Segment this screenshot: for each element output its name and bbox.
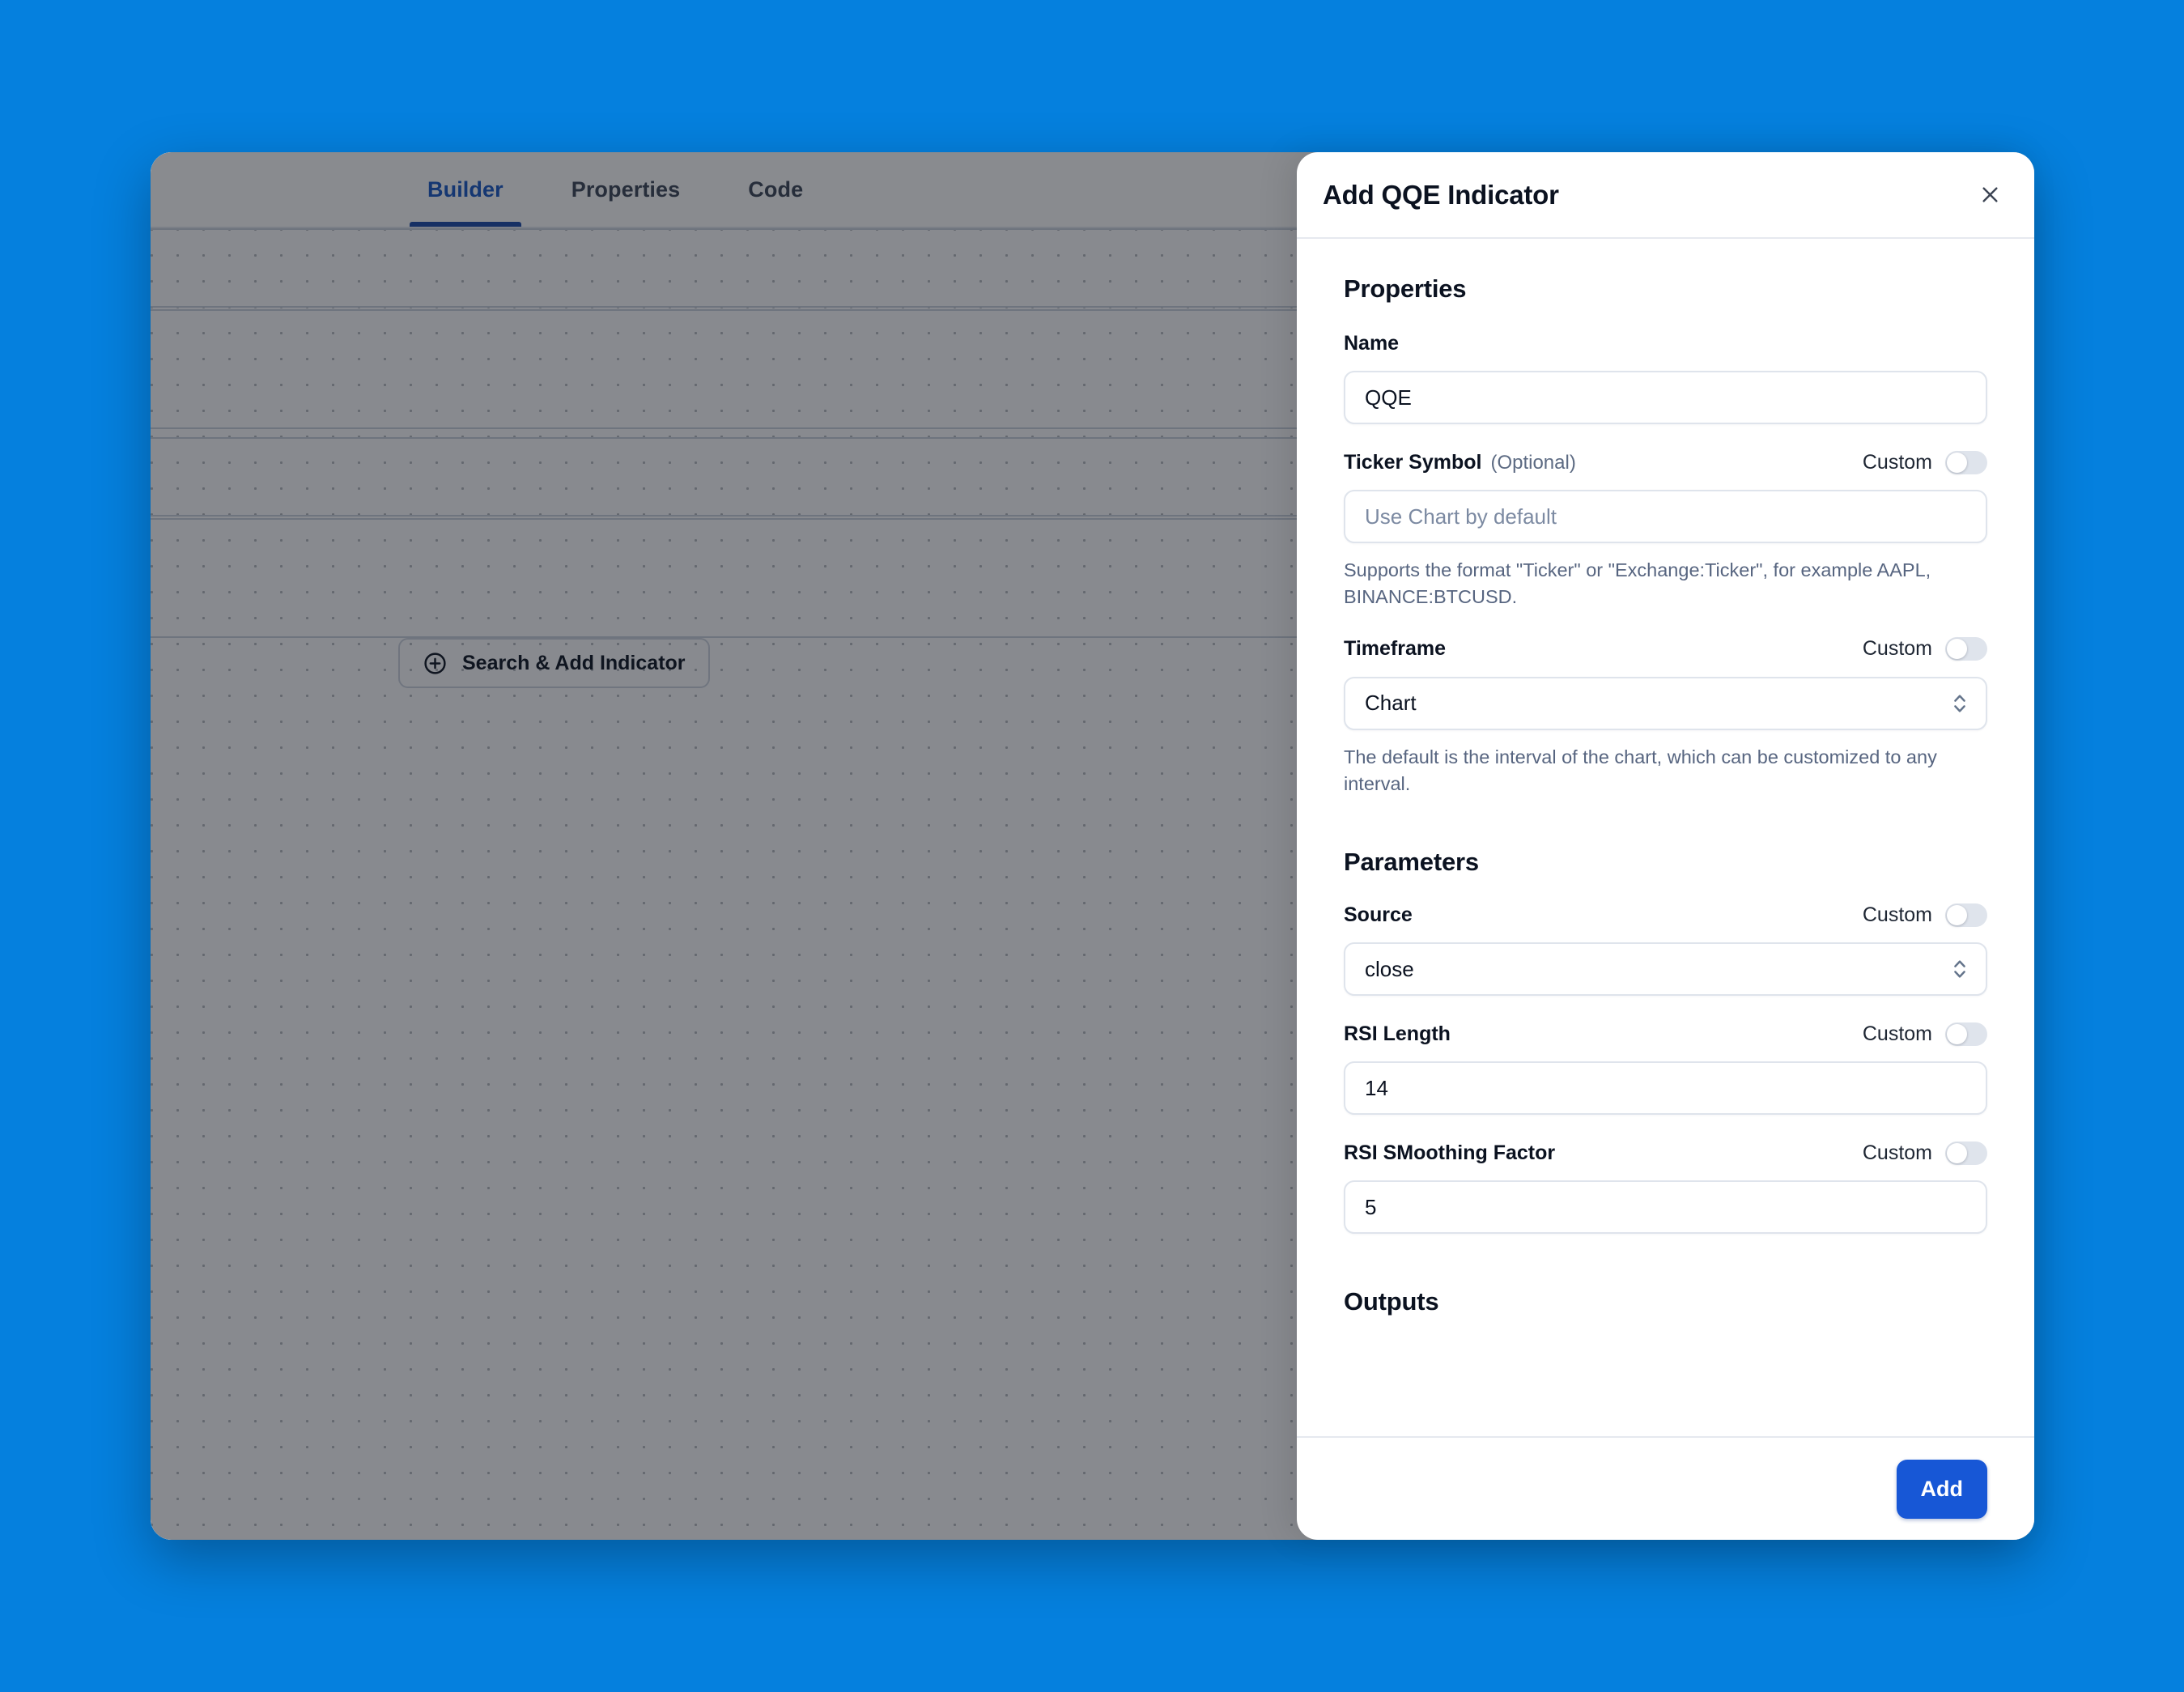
modal-body: Properties Name Ticker Symbol (Optional)… [1297, 239, 2034, 1436]
rsi-length-custom-toggle[interactable] [1945, 1022, 1987, 1046]
name-input-wrapper[interactable] [1344, 371, 1987, 424]
field-rsi-smoothing-factor-label: RSI SMoothing Factor [1344, 1141, 1556, 1164]
source-custom-label: Custom [1862, 903, 1932, 926]
name-input[interactable] [1365, 372, 1966, 423]
timeframe-custom-group: Custom [1863, 637, 1987, 661]
modal-header: Add QQE Indicator [1297, 152, 2034, 239]
ticker-symbol-custom-toggle[interactable] [1945, 450, 1987, 474]
field-source-label: Source [1344, 903, 1413, 926]
timeframe-custom-toggle[interactable] [1945, 637, 1987, 661]
modal-title: Add QQE Indicator [1323, 179, 1559, 210]
select-updown-chevron-icon [1952, 957, 1968, 981]
field-timeframe: Timeframe Custom Chart The default is th… [1344, 632, 1987, 798]
timeframe-select[interactable]: Chart [1344, 676, 1987, 730]
field-ticker-symbol-label: Ticker Symbol (Optional) [1344, 450, 1576, 474]
section-heading-outputs: Outputs [1344, 1287, 1439, 1316]
field-timeframe-label: Timeframe [1344, 637, 1446, 661]
field-rsi-length-label: RSI Length [1344, 1022, 1451, 1045]
ticker-symbol-optional-tag: (Optional) [1490, 451, 1576, 474]
add-indicator-modal: Add QQE Indicator Properties Name QQE Ti… [1297, 152, 2034, 1540]
ticker-symbol-helper-text: Supports the format "Ticker" or "Exchang… [1344, 559, 1931, 608]
field-rsi-length: RSI Length Custom [1344, 1017, 1987, 1116]
field-source-label-row: Source Custom [1344, 898, 1987, 932]
source-select[interactable]: close [1344, 942, 1987, 997]
field-rsi-smoothing-factor: RSI SMoothing Factor Custom [1344, 1136, 1987, 1235]
rsi-smoothing-factor-custom-toggle[interactable] [1945, 1141, 1987, 1165]
rsi-smoothing-factor-input-wrapper[interactable] [1344, 1180, 1987, 1235]
rsi-length-custom-group: Custom [1863, 1022, 1987, 1046]
section-heading-properties: Properties [1344, 274, 1467, 303]
timeframe-select-value: Chart [1365, 691, 1417, 716]
timeframe-custom-label: Custom [1862, 637, 1932, 661]
source-custom-group: Custom [1863, 903, 1987, 927]
rsi-length-input-wrapper[interactable] [1344, 1061, 1987, 1116]
rsi-length-input[interactable] [1365, 1063, 1966, 1114]
ticker-symbol-custom-label: Custom [1862, 450, 1932, 474]
select-updown-chevron-icon [1952, 691, 1968, 716]
field-timeframe-label-row: Timeframe Custom [1344, 632, 1987, 666]
section-heading-parameters: Parameters [1344, 848, 1479, 877]
rsi-smoothing-factor-custom-label: Custom [1862, 1141, 1932, 1164]
field-rsi-smoothing-factor-label-row: RSI SMoothing Factor Custom [1344, 1136, 1987, 1170]
timeframe-helper-text: The default is the interval of the chart… [1344, 746, 1937, 795]
source-select-value: close [1365, 956, 1414, 981]
field-name-label-row: Name [1344, 326, 1987, 360]
add-button[interactable]: Add [1896, 1459, 1987, 1519]
field-ticker-symbol-label-row: Ticker Symbol (Optional) Custom [1344, 445, 1987, 479]
ticker-symbol-input[interactable] [1365, 491, 1966, 542]
rsi-smoothing-factor-input[interactable] [1365, 1182, 1966, 1233]
ticker-symbol-custom-group: Custom [1862, 450, 1987, 474]
field-rsi-length-label-row: RSI Length Custom [1344, 1017, 1987, 1051]
field-ticker-symbol: Ticker Symbol (Optional) Custom Supports… [1344, 445, 1987, 611]
field-name: Name [1344, 326, 1987, 424]
source-custom-toggle[interactable] [1945, 903, 1987, 927]
rsi-smoothing-factor-custom-group: Custom [1863, 1141, 1987, 1165]
ticker-symbol-input-wrapper[interactable] [1344, 490, 1987, 543]
field-name-label: Name [1344, 331, 1400, 355]
rsi-length-custom-label: Custom [1862, 1022, 1932, 1045]
field-source: Source Custom close [1344, 898, 1987, 997]
modal-footer: Add [1297, 1436, 2034, 1540]
close-icon[interactable] [1971, 176, 2008, 214]
